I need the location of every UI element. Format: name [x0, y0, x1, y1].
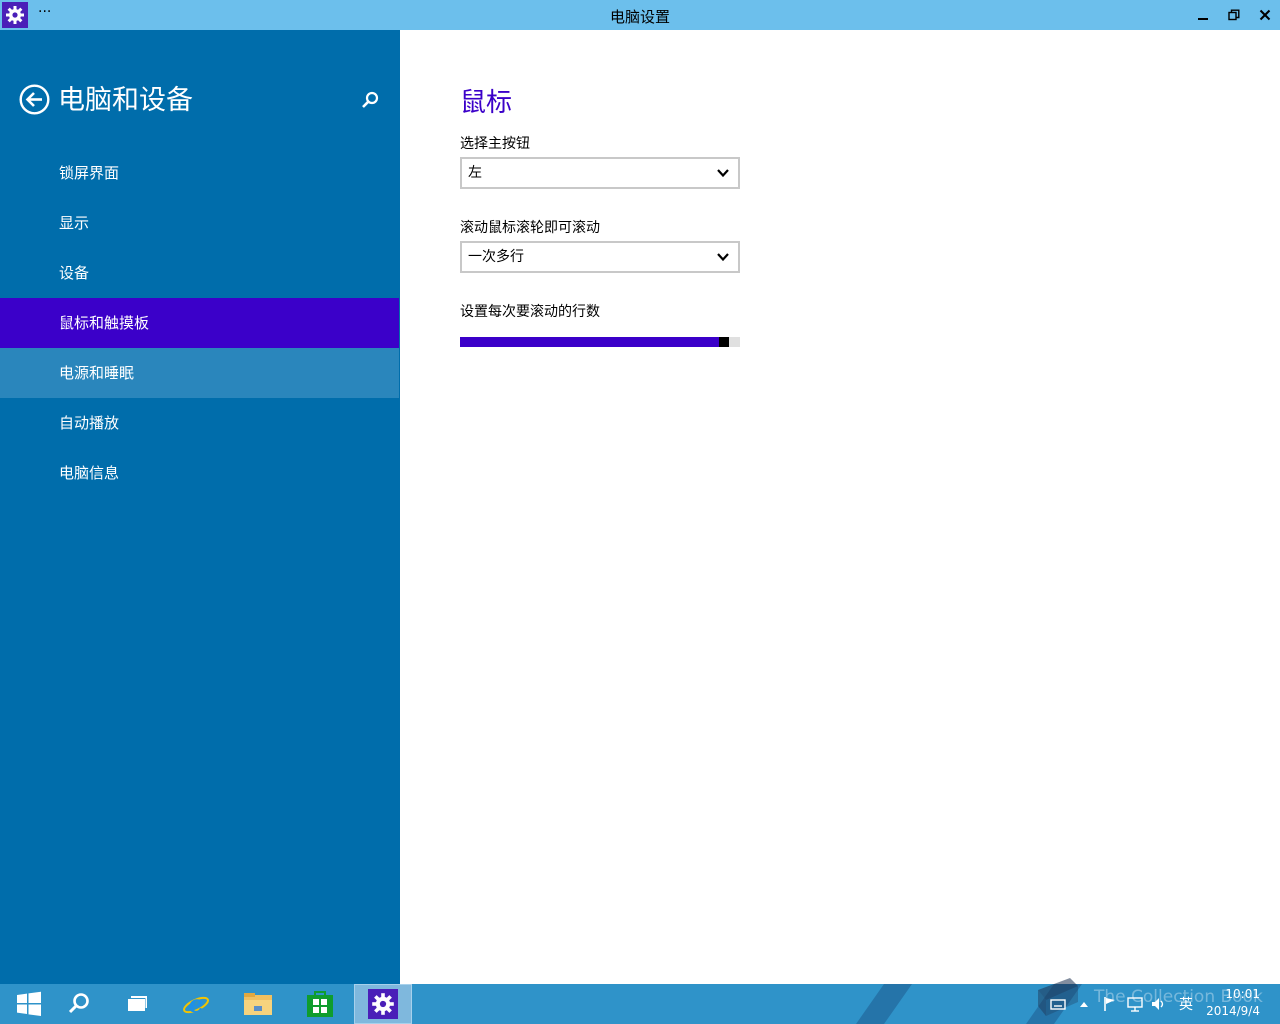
svg-text:e: e [188, 989, 203, 1018]
task-view-button[interactable] [108, 984, 166, 1024]
taskbar: e The Collection Book 英 10:01 2014/9/4 [0, 978, 1280, 1024]
search-icon [68, 993, 89, 1014]
sidebar-title: 电脑和设备 [58, 85, 193, 116]
clock[interactable]: 10:01 2014/9/4 [1206, 986, 1260, 1020]
minimize-icon [1198, 18, 1208, 20]
sidebar-item-devices[interactable]: 设备 [0, 248, 399, 298]
clock-date: 2014/9/4 [1206, 1004, 1260, 1018]
volume-icon[interactable] [1149, 984, 1169, 1024]
sidebar-item-power-sleep[interactable]: 电源和睡眠 [0, 348, 399, 398]
sidebar-item-pc-info[interactable]: 电脑信息 [0, 448, 399, 498]
sidebar-item-autoplay[interactable]: 自动播放 [0, 398, 399, 448]
primary-button-label: 选择主按钮 [460, 136, 530, 152]
sidebar: 电脑和设备 锁屏界面 显示 设备 鼠标和触摸板 电源和睡眠 自动播放 电脑信息 [0, 30, 400, 984]
task-view-icon [128, 996, 147, 1011]
main-content: 鼠标 选择主按钮 左 滚动鼠标滚轮即可滚动 一次多行 设置每次要滚动的行数 [400, 30, 1280, 984]
ime-indicator[interactable]: 英 [1174, 984, 1198, 1024]
scroll-mode-select[interactable]: 一次多行 [460, 241, 740, 273]
sidebar-item-lock-screen[interactable]: 锁屏界面 [0, 148, 399, 198]
pc-settings-button[interactable] [354, 984, 412, 1024]
windows-logo-icon [17, 991, 41, 1016]
restore-icon [1228, 9, 1240, 21]
close-icon [1259, 9, 1271, 21]
gear-icon [368, 989, 398, 1019]
file-explorer-button[interactable] [229, 984, 287, 1024]
taskbar-decoration [855, 984, 913, 1024]
scroll-mode-label: 滚动鼠标滚轮即可滚动 [460, 220, 600, 236]
restore-button[interactable] [1219, 0, 1249, 30]
store-button[interactable] [291, 984, 349, 1024]
scroll-lines-slider[interactable] [460, 337, 740, 347]
internet-explorer-button[interactable]: e [167, 984, 225, 1024]
minimize-button[interactable] [1188, 0, 1218, 30]
close-button[interactable] [1250, 0, 1280, 30]
back-arrow-icon[interactable] [19, 84, 50, 115]
scroll-mode-value: 一次多行 [468, 249, 524, 265]
taskbar-search-button[interactable] [50, 984, 108, 1024]
scroll-lines-label: 设置每次要滚动的行数 [460, 304, 600, 320]
clock-time: 10:01 [1225, 987, 1260, 1001]
ie-icon: e [183, 989, 209, 1018]
action-center-flag-icon[interactable] [1100, 984, 1120, 1024]
page-title: 鼠标 [460, 88, 513, 118]
folder-icon [244, 993, 272, 1015]
slider-thumb[interactable] [719, 337, 729, 347]
primary-button-select[interactable]: 左 [460, 157, 740, 189]
window-title: 电脑设置 [609, 8, 670, 26]
keyboard-icon[interactable] [1048, 984, 1068, 1024]
store-icon [307, 991, 333, 1017]
slider-fill [460, 337, 719, 347]
title-bar: ··· 电脑设置 [0, 0, 1280, 30]
sidebar-item-display[interactable]: 显示 [0, 198, 399, 248]
sidebar-item-mouse-touchpad[interactable]: 鼠标和触摸板 [0, 298, 399, 348]
search-icon[interactable] [360, 90, 380, 110]
show-hidden-icons-icon[interactable] [1076, 984, 1092, 1024]
primary-button-value: 左 [468, 165, 482, 181]
chevron-down-icon [717, 169, 729, 178]
network-icon[interactable] [1124, 984, 1146, 1024]
chevron-down-icon [717, 253, 729, 262]
